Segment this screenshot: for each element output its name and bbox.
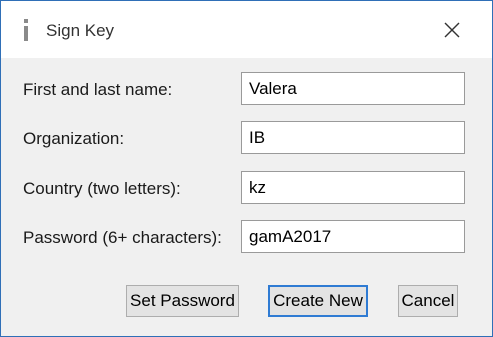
dialog-title: Sign Key: [46, 21, 115, 40]
country-input[interactable]: kz: [241, 171, 465, 204]
close-button[interactable]: [429, 9, 475, 51]
sign-key-dialog: Sign Key First and last name: Valera Org…: [0, 0, 493, 337]
cancel-button[interactable]: Cancel: [398, 285, 458, 317]
country-label: Country (two letters):: [23, 179, 181, 198]
info-icon: [21, 19, 31, 41]
name-label: First and last name:: [23, 80, 173, 99]
set-password-button[interactable]: Set Password: [126, 285, 239, 317]
organization-input[interactable]: IB: [241, 121, 465, 154]
title-bar[interactable]: Sign Key: [1, 1, 492, 58]
create-new-button[interactable]: Create New: [268, 285, 368, 317]
password-input[interactable]: gamA2017: [241, 220, 465, 253]
password-label: Password (6+ characters):: [23, 228, 222, 247]
name-input[interactable]: Valera: [241, 72, 465, 105]
close-icon: [444, 22, 460, 38]
organization-label: Organization:: [23, 129, 125, 148]
